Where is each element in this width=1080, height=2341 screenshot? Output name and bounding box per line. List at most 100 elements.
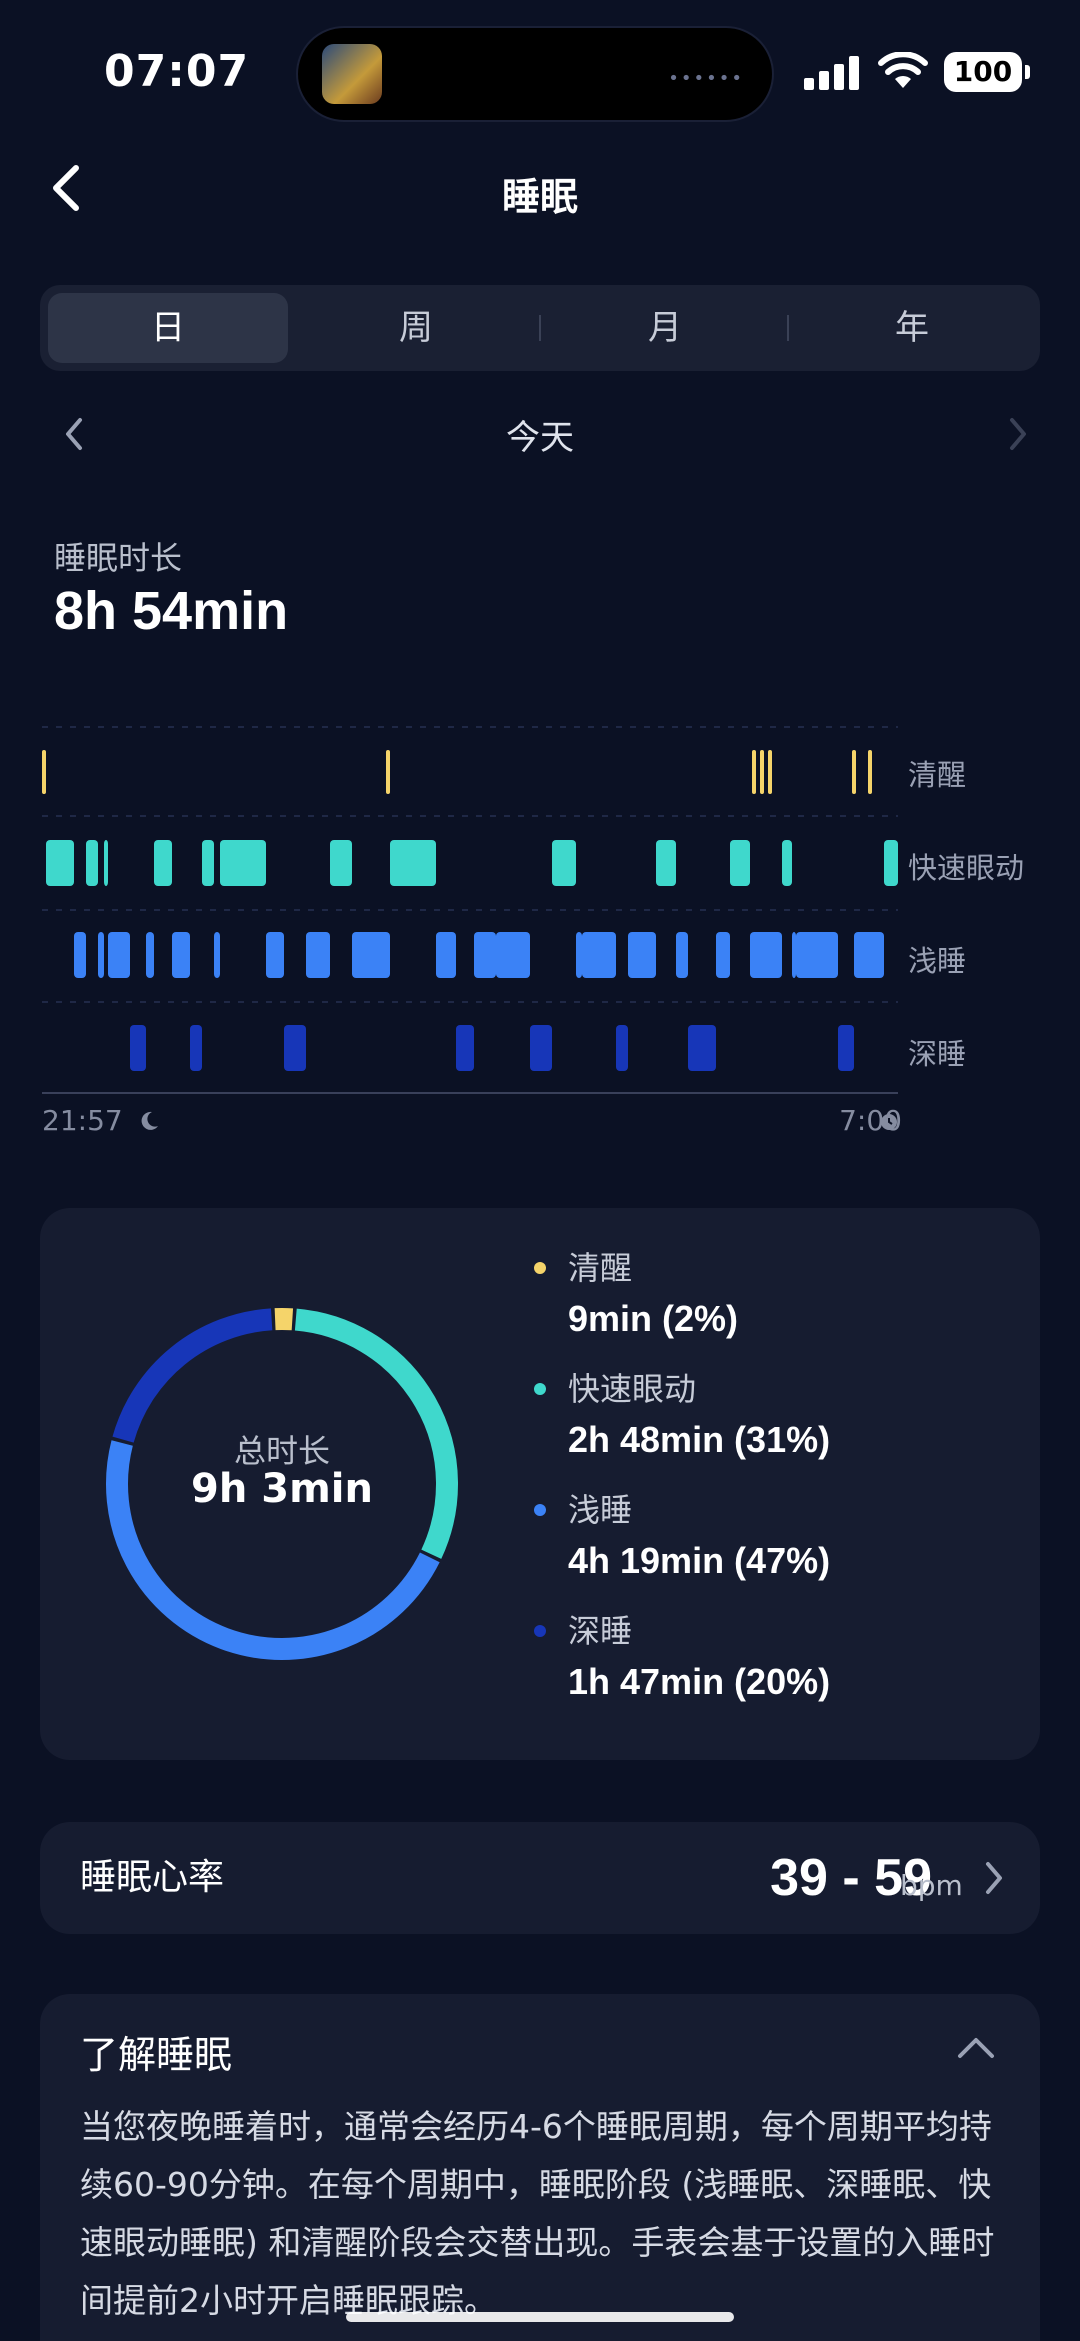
- stage-segment: [306, 932, 330, 978]
- stage-segment: [154, 840, 172, 886]
- stage-label-light: 浅睡: [908, 944, 967, 978]
- stage-segment: [688, 1025, 716, 1071]
- legend-awake: 清醒 9min (2%): [534, 1244, 739, 1346]
- stage-segment: [792, 932, 796, 978]
- awake-marker: [760, 750, 764, 794]
- chart-start-time: 21:57: [42, 1104, 160, 1137]
- awake-marker: [752, 750, 756, 794]
- legend-value: 4h 19min (47%): [568, 1540, 831, 1581]
- stage-segment: [284, 1025, 306, 1071]
- stage-segment: [656, 840, 676, 886]
- stage-segment: [390, 840, 436, 886]
- stage-segment: [838, 1025, 854, 1071]
- stage-segment: [496, 932, 530, 978]
- stage-segment: [796, 932, 838, 978]
- cellular-signal-icon: [804, 56, 859, 90]
- legend-dot: [534, 1262, 546, 1274]
- stage-segment: [530, 1025, 552, 1071]
- stage-label-deep: 深睡: [908, 1037, 967, 1071]
- legend-name: 深睡: [568, 1612, 633, 1650]
- stage-segment: [628, 932, 656, 978]
- chevron-up-icon[interactable]: [956, 2034, 996, 2060]
- stage-segment: [576, 932, 582, 978]
- page-title: 睡眠: [501, 175, 578, 219]
- stage-segment: [46, 840, 74, 886]
- stage-segment: [172, 932, 190, 978]
- stage-segment: [130, 1025, 146, 1071]
- home-indicator[interactable]: [346, 2312, 734, 2322]
- stage-segment: [190, 1025, 202, 1071]
- legend-name: 浅睡: [568, 1491, 633, 1529]
- chart-start-time-text: 21:57: [42, 1104, 123, 1137]
- tab-year[interactable]: 年: [862, 285, 962, 371]
- awake-marker: [386, 750, 390, 794]
- stage-segment: [552, 840, 576, 886]
- legend-name: 清醒: [568, 1249, 633, 1287]
- donut-slice: [112, 1308, 273, 1443]
- stage-segment: [782, 840, 792, 886]
- sleep-duration-label: 睡眠时长: [54, 539, 183, 577]
- sleep-summary-card: 总时长 9h 3min 清醒 9min (2%) 快速眼动 2h 48min (…: [40, 1208, 1040, 1760]
- stage-segment: [108, 932, 130, 978]
- status-time: 07:07: [104, 46, 250, 97]
- stage-label-awake: 清醒: [908, 758, 967, 792]
- legend-value: 2h 48min (31%): [568, 1419, 831, 1460]
- stage-segment: [474, 932, 496, 978]
- heart-rate-unit: bpm: [900, 1869, 963, 1902]
- tab-month[interactable]: 月: [615, 285, 715, 371]
- legend-dot: [534, 1504, 546, 1516]
- wifi-icon: [878, 52, 928, 88]
- legend-name: 快速眼动: [568, 1370, 697, 1408]
- stage-segment: [436, 932, 456, 978]
- stage-segment: [456, 1025, 474, 1071]
- sleep-page: 07:07 •••••• 100 睡眠 日 周 月 年 今天 睡眠时长 8h 5…: [0, 0, 1080, 2341]
- stage-segment: [266, 932, 284, 978]
- legend-deep: 深睡 1h 47min (20%): [534, 1607, 831, 1709]
- moon-icon: [141, 1111, 158, 1130]
- awake-marker: [852, 750, 856, 794]
- heart-rate-label: 睡眠心率: [80, 1857, 225, 1898]
- tab-week[interactable]: 周: [366, 285, 466, 371]
- stage-segment: [98, 932, 104, 978]
- now-playing-artwork: [322, 44, 382, 104]
- legend-rem: 快速眼动 2h 48min (31%): [534, 1365, 831, 1467]
- date-label: 今天: [506, 418, 574, 458]
- stage-segment: [352, 932, 390, 978]
- learn-sleep-card: 了解睡眠 当您夜晚睡着时，通常会经历4-6个睡眠周期，每个周期平均持续60-90…: [40, 1994, 1040, 2341]
- stage-segment: [104, 840, 108, 886]
- awake-marker: [42, 750, 46, 794]
- tab-divider: [787, 315, 789, 341]
- learn-sleep-title: 了解睡眠: [80, 2033, 233, 2077]
- awake-marker: [768, 750, 772, 794]
- tab-day[interactable]: 日: [118, 285, 218, 371]
- stage-segment: [86, 840, 98, 886]
- legend-light: 浅睡 4h 19min (47%): [534, 1486, 831, 1588]
- stage-segment: [202, 840, 214, 886]
- total-duration-value: 9h 3min: [191, 1466, 373, 1512]
- stage-segment: [220, 840, 266, 886]
- stage-segment: [616, 1025, 628, 1071]
- legend-dot: [534, 1383, 546, 1395]
- legend-dot: [534, 1625, 546, 1637]
- next-day-icon[interactable]: [1004, 414, 1032, 454]
- stage-segment: [330, 840, 352, 886]
- chevron-right-icon: [986, 1862, 1002, 1894]
- legend-value: 1h 47min (20%): [568, 1661, 831, 1702]
- battery-indicator: 100: [944, 52, 1030, 92]
- sleep-heart-rate-row[interactable]: 睡眠心率 39 - 59 bpm: [40, 1822, 1040, 1934]
- stage-label-rem: 快速眼动: [908, 851, 1025, 885]
- stage-segment: [854, 932, 884, 978]
- tab-divider: [539, 315, 541, 341]
- stage-segment: [676, 932, 688, 978]
- stage-segment: [582, 932, 616, 978]
- stage-segment: [730, 840, 750, 886]
- awake-marker: [868, 750, 872, 794]
- stage-segment: [884, 840, 898, 886]
- sleep-duration-value: 8h 54min: [54, 581, 289, 641]
- learn-sleep-body: 当您夜晚睡着时，通常会经历4-6个睡眠周期，每个周期平均持续60-90分钟。在每…: [80, 2107, 995, 2320]
- dynamic-island[interactable]: ••••••: [296, 26, 774, 122]
- period-tabs: 日 周 月 年: [40, 285, 1040, 371]
- audio-wave-icon: ••••••: [668, 68, 744, 89]
- alarm-icon: [881, 1114, 897, 1130]
- legend-value: 9min (2%): [568, 1298, 739, 1339]
